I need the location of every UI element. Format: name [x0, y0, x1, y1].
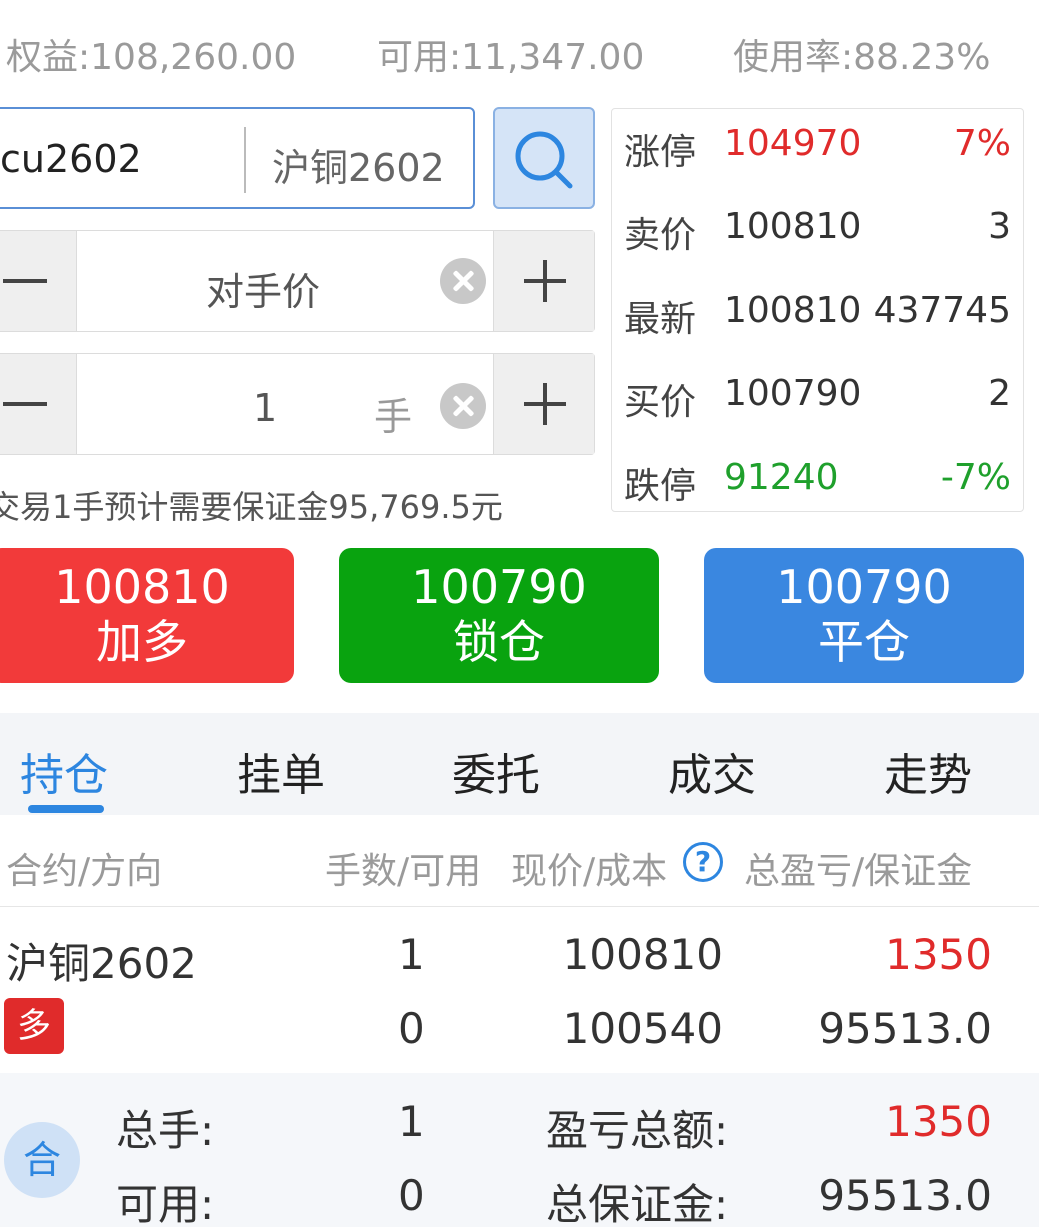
buy-label: 加多 [96, 615, 188, 669]
quantity-input[interactable]: 1 [253, 386, 277, 430]
tab-positions[interactable]: 持仓 [20, 739, 108, 803]
quote-label: 涨停 [624, 132, 697, 173]
contract-name: 沪铜2602 [272, 146, 445, 190]
search-icon [515, 131, 573, 189]
price-minus-button[interactable] [0, 231, 77, 331]
available-label: 可用: [116, 1180, 215, 1227]
pnl-total-value: 1350 [885, 1097, 992, 1146]
position-margin: 95513.0 [818, 1004, 992, 1053]
total-lots-label: 总手: [116, 1106, 215, 1155]
quote-bid[interactable]: 买价 100790 2 [612, 363, 1023, 423]
quote-label: 卖价 [624, 215, 697, 256]
clear-icon[interactable] [440, 258, 486, 304]
summary-badge: 合 [4, 1122, 80, 1198]
quote-price: 104970 [724, 123, 862, 164]
tab-bar: 持仓 挂单 委托 成交 走势 [0, 713, 1039, 815]
quote-price: 91240 [724, 457, 839, 498]
position-available: 0 [398, 1004, 425, 1053]
usage-rate-text: 使用率:88.23% [733, 37, 991, 78]
position-contract-name: 沪铜2602 [6, 939, 197, 988]
buy-price: 100810 [54, 560, 230, 614]
contract-code: cu2602 [0, 137, 142, 181]
equity-text: 权益:108,260.00 [6, 37, 297, 78]
quote-label: 跌停 [624, 466, 697, 507]
buy-open-button[interactable]: 100810 加多 [0, 548, 294, 683]
margin-estimate-text: 交易1手预计需要保证金95,769.5元 [0, 488, 503, 526]
price-plus-button[interactable] [493, 231, 594, 331]
total-margin-label: 总保证金: [546, 1180, 729, 1227]
active-tab-indicator [28, 805, 104, 813]
quote-label: 最新 [624, 299, 697, 340]
total-margin-value: 95513.0 [818, 1171, 992, 1220]
lock-label: 锁仓 [453, 615, 545, 669]
position-lots: 1 [398, 930, 425, 979]
position-pnl: 1350 [885, 930, 992, 979]
quote-price: 100810 [724, 290, 862, 331]
header-contract-direction: 合约/方向 [6, 851, 163, 892]
help-icon[interactable]: ? [683, 842, 723, 882]
tab-chart[interactable]: 走势 [884, 739, 972, 803]
quantity-stepper: 1 手 [0, 353, 595, 455]
quote-limit-up: 涨停 104970 7% [612, 113, 1023, 173]
direction-badge: 多 [4, 998, 64, 1054]
quote-extra: -7% [940, 457, 1011, 498]
pnl-total-label: 盈亏总额: [546, 1106, 729, 1155]
tab-trades[interactable]: 成交 [668, 739, 756, 803]
quantity-unit: 手 [374, 395, 413, 439]
positions-summary: 合 总手: 1 可用: 0 盈亏总额: 1350 总保证金: 95513.0 [0, 1073, 1039, 1227]
contract-divider [244, 127, 246, 193]
quote-extra: 3 [988, 206, 1011, 247]
clear-icon[interactable] [440, 383, 486, 429]
header-divider [0, 906, 1039, 907]
header-price-cost: 现价/成本 [511, 851, 668, 892]
position-cost: 100540 [562, 1004, 723, 1053]
total-lots-value: 1 [398, 1097, 425, 1146]
quote-extra: 437745 [873, 290, 1011, 331]
close-label: 平仓 [818, 615, 910, 669]
close-position-button[interactable]: 100790 平仓 [704, 548, 1024, 683]
position-current-price: 100810 [562, 930, 723, 979]
quote-last[interactable]: 最新 100810 437745 [612, 280, 1023, 340]
tab-pending-orders[interactable]: 挂单 [237, 739, 325, 803]
header-pnl-margin: 总盈亏/保证金 [744, 851, 973, 892]
price-stepper: 对手价 [0, 230, 595, 332]
available-value: 0 [398, 1171, 425, 1220]
available-text: 可用:11,347.00 [377, 37, 645, 78]
close-price: 100790 [776, 560, 952, 614]
search-button[interactable] [493, 107, 595, 209]
lock-price: 100790 [411, 560, 587, 614]
tab-orders[interactable]: 委托 [452, 739, 540, 803]
quote-price: 100790 [724, 373, 862, 414]
quote-extra: 7% [953, 123, 1011, 164]
quote-label: 买价 [624, 382, 697, 423]
quantity-plus-button[interactable] [493, 354, 594, 454]
header-lots-available: 手数/可用 [325, 851, 482, 892]
contract-selector[interactable]: cu2602 沪铜2602 [0, 107, 475, 209]
quote-extra: 2 [988, 373, 1011, 414]
quote-ask[interactable]: 卖价 100810 3 [612, 196, 1023, 256]
quote-panel: 涨停 104970 7% 卖价 100810 3 最新 100810 43774… [611, 108, 1024, 512]
price-input[interactable]: 对手价 [206, 261, 320, 316]
quote-limit-down: 跌停 91240 -7% [612, 447, 1023, 507]
quantity-minus-button[interactable] [0, 354, 77, 454]
lock-position-button[interactable]: 100790 锁仓 [339, 548, 659, 683]
quote-price: 100810 [724, 206, 862, 247]
